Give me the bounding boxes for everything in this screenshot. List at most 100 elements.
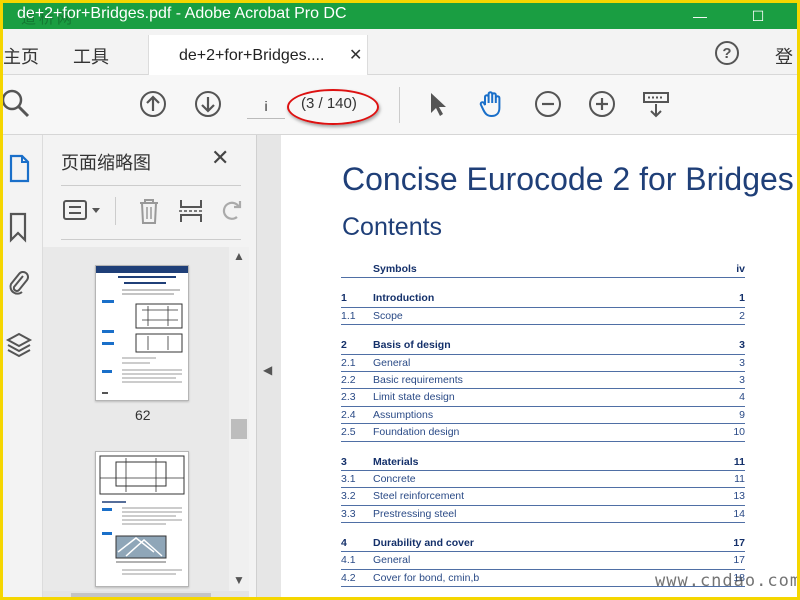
delete-page-icon[interactable] bbox=[135, 195, 163, 227]
toc-spacer bbox=[341, 523, 745, 535]
attachment-icon[interactable] bbox=[5, 267, 33, 299]
previous-page-icon[interactable] bbox=[138, 89, 168, 119]
toc-section-row[interactable]: 2.2 Basic requirements 3 bbox=[341, 372, 745, 390]
zoom-in-icon[interactable] bbox=[587, 89, 617, 119]
options-menu-icon[interactable] bbox=[61, 195, 105, 227]
toc-page: 17 bbox=[733, 537, 745, 550]
page-thumbnail[interactable] bbox=[95, 451, 189, 587]
page-display-icon[interactable] bbox=[641, 89, 671, 119]
toc-section-row[interactable]: 1.1 Scope 2 bbox=[341, 308, 745, 326]
toc-chapter-row[interactable]: Symbols iv bbox=[341, 261, 745, 279]
toc-num: 3.2 bbox=[341, 490, 356, 503]
toc-chapter-row[interactable]: 2 Basis of design 3 bbox=[341, 337, 745, 355]
highlight-ellipse bbox=[287, 89, 379, 125]
maximize-button[interactable]: ☐ bbox=[741, 3, 775, 29]
panel-collapse-strip[interactable]: ◀ bbox=[257, 135, 281, 597]
toc-num: 3.3 bbox=[341, 507, 356, 520]
close-panel-icon[interactable]: ✕ bbox=[211, 145, 229, 171]
hand-tool-icon[interactable] bbox=[477, 89, 507, 119]
extract-pages-icon[interactable] bbox=[177, 195, 205, 227]
toc-section-row[interactable]: 2.3 Limit state design 4 bbox=[341, 389, 745, 407]
panel-divider bbox=[61, 239, 241, 240]
toc-page: 10 bbox=[733, 426, 745, 439]
toc-page: 3 bbox=[739, 339, 745, 352]
document-view[interactable]: Concise Eurocode 2 for Bridges Contents … bbox=[281, 135, 797, 597]
toc-title: Symbols bbox=[373, 263, 417, 275]
toc-num: 3 bbox=[341, 455, 347, 468]
toc-title: Materials bbox=[373, 455, 419, 468]
rotate-page-icon[interactable] bbox=[217, 195, 245, 227]
toc-section-row[interactable]: 3.2 Steel reinforcement 13 bbox=[341, 488, 745, 506]
toc-title: Basic requirements bbox=[373, 373, 463, 386]
toc-title: Prestressing steel bbox=[373, 507, 457, 520]
toc-num: 4.1 bbox=[341, 554, 356, 567]
toc-chapter-row[interactable]: 3 Materials 11 bbox=[341, 454, 745, 471]
next-page-icon[interactable] bbox=[193, 89, 223, 119]
close-tab-icon[interactable]: ✕ bbox=[349, 45, 362, 65]
toc-chapter-row[interactable]: 4 Durability and cover 17 bbox=[341, 535, 745, 553]
toc-title: General bbox=[373, 356, 411, 369]
toolbar: i (3 / 140) bbox=[3, 75, 797, 135]
search-icon[interactable] bbox=[1, 89, 31, 119]
toc-num: 2.2 bbox=[341, 373, 356, 386]
thumbnail-preview bbox=[99, 455, 185, 575]
title-bar: 道桥网 de+2+for+Bridges.pdf - Adobe Acrobat… bbox=[3, 3, 797, 29]
toc-num: 3.1 bbox=[341, 472, 356, 485]
toc-title: Introduction bbox=[373, 292, 435, 305]
toc-num: 2.4 bbox=[341, 408, 356, 421]
tab-home[interactable]: 主页 bbox=[3, 43, 39, 69]
table-of-contents: Symbols iv 1 Introduction 1 1.1 Scope 2 2 Basis o… bbox=[341, 261, 745, 588]
horizontal-scrollbar[interactable] bbox=[43, 591, 249, 597]
toc-section-row[interactable]: 3.1 Concrete 11 bbox=[341, 471, 745, 489]
toc-page: 1 bbox=[739, 292, 745, 305]
document-title: Concise Eurocode 2 for Bridges bbox=[342, 161, 794, 197]
toc-section-row[interactable]: 2.5 Foundation design 10 bbox=[341, 424, 745, 442]
thumbnails-scrollbar[interactable]: ▲ ▼ bbox=[229, 247, 249, 595]
toc-chapter-row[interactable]: 1 Introduction 1 bbox=[341, 290, 745, 308]
thumbnail-page-number: 62 bbox=[135, 407, 151, 423]
minimize-button[interactable]: — bbox=[683, 3, 717, 29]
toc-section-row[interactable]: 4.1 General 17 bbox=[341, 552, 745, 570]
toc-num: 2.5 bbox=[341, 426, 356, 439]
toc-title: Limit state design bbox=[373, 391, 455, 404]
thumbnails-panel: 页面缩略图 ✕ 62 ▲ ▼ bbox=[43, 135, 257, 597]
panel-title: 页面缩略图 bbox=[61, 153, 151, 173]
toc-page: 9 bbox=[739, 408, 745, 421]
collapse-panel-icon[interactable]: ◀ bbox=[263, 363, 272, 377]
page-number-input[interactable]: i bbox=[247, 93, 285, 119]
toc-page: 11 bbox=[734, 472, 745, 485]
page-thumbnails-icon[interactable] bbox=[5, 153, 33, 185]
toc-page: 17 bbox=[733, 554, 745, 567]
scroll-down-icon[interactable]: ▼ bbox=[233, 573, 245, 587]
zoom-out-icon[interactable] bbox=[533, 89, 563, 119]
tool-divider bbox=[115, 197, 116, 225]
scrollbar-thumb[interactable] bbox=[231, 419, 247, 439]
horizontal-scrollbar-thumb[interactable] bbox=[71, 593, 211, 597]
toc-page: 3 bbox=[739, 356, 745, 369]
toc-page: 2 bbox=[739, 309, 745, 322]
layers-icon[interactable] bbox=[5, 329, 33, 361]
tab-tools[interactable]: 工具 bbox=[73, 43, 109, 69]
help-icon[interactable]: ? bbox=[715, 41, 739, 65]
toc-spacer bbox=[341, 442, 745, 454]
page-thumbnail[interactable] bbox=[95, 265, 189, 401]
toolbar-divider bbox=[399, 87, 400, 123]
document-tab[interactable]: de+2+for+Bridges.... ✕ bbox=[148, 35, 368, 75]
select-cursor-icon[interactable] bbox=[423, 89, 453, 119]
window-title: de+2+for+Bridges.pdf - Adobe Acrobat Pro… bbox=[17, 5, 347, 22]
bookmark-icon[interactable] bbox=[5, 211, 33, 243]
document-tab-label: de+2+for+Bridges.... bbox=[179, 47, 325, 64]
sign-in-button[interactable]: 登 bbox=[775, 43, 793, 69]
toc-section-row[interactable]: 3.3 Prestressing steel 14 bbox=[341, 506, 745, 524]
thumbnail-preview bbox=[96, 266, 188, 394]
document-subtitle: Contents bbox=[342, 213, 443, 241]
toc-title: Assumptions bbox=[373, 408, 434, 421]
toc-page: 14 bbox=[733, 507, 745, 520]
toc-num: 1.1 bbox=[341, 309, 356, 322]
toc-section-row[interactable]: 2.4 Assumptions 9 bbox=[341, 407, 745, 425]
toc-title: Concrete bbox=[373, 472, 416, 485]
toc-section-row[interactable]: 2.1 General 3 bbox=[341, 355, 745, 372]
toc-title: Basis of design bbox=[373, 339, 451, 352]
scroll-up-icon[interactable]: ▲ bbox=[233, 249, 245, 263]
toc-page: iv bbox=[736, 263, 745, 275]
